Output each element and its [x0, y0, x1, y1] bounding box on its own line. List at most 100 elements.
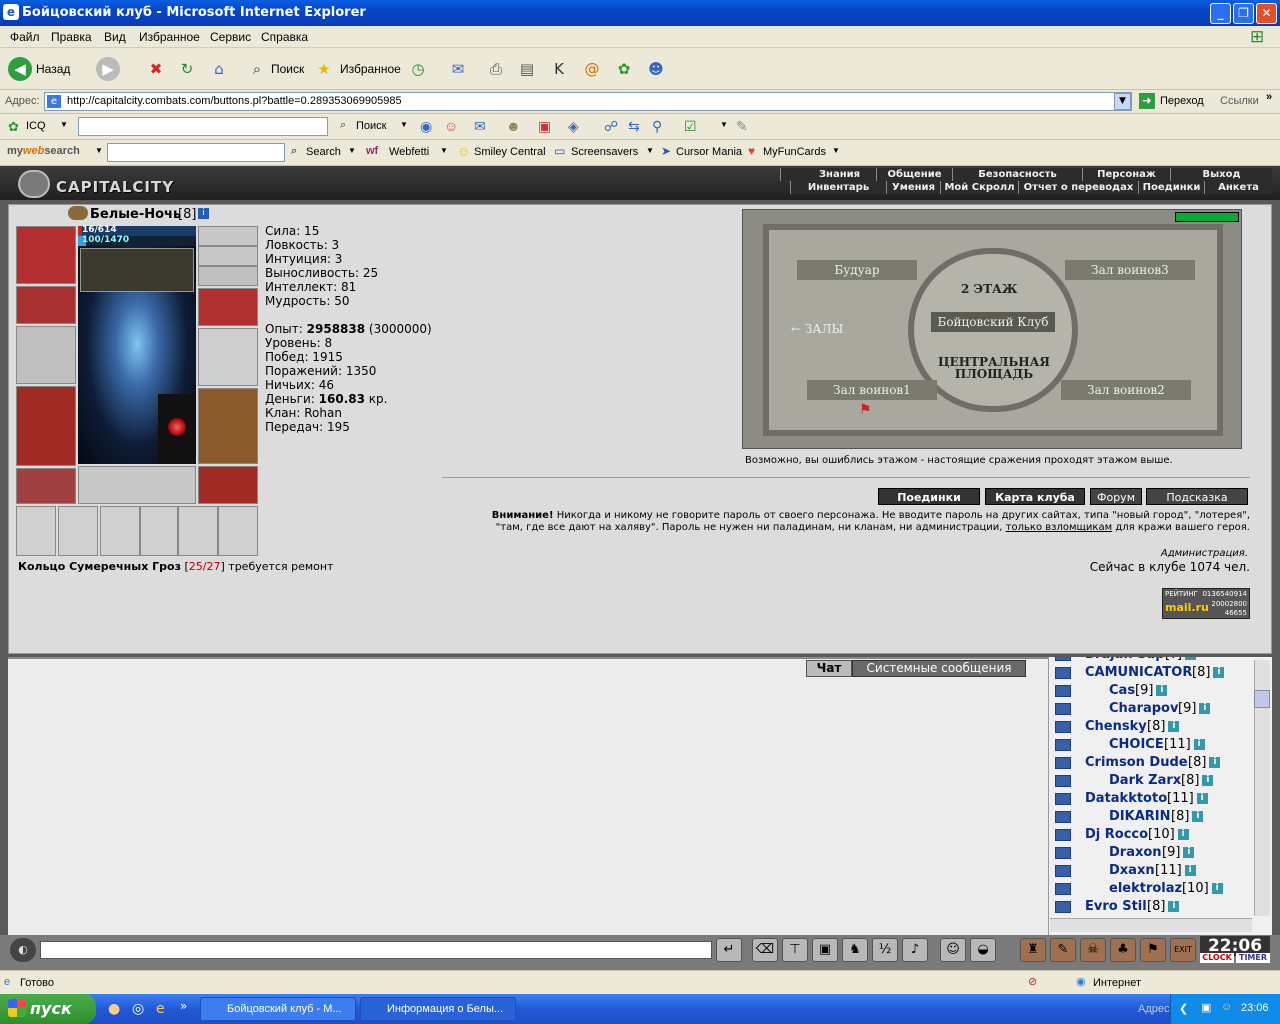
scroll-icon[interactable]: ✎	[1050, 938, 1076, 962]
user-row[interactable]: Dj Rocco [10] i	[1049, 827, 1259, 845]
forward-arrow-icon[interactable]: ▶	[96, 57, 120, 81]
chevron-right-icon[interactable]: »	[1266, 91, 1272, 103]
user-status-icon[interactable]	[1055, 703, 1071, 715]
user-status-icon[interactable]	[1055, 739, 1071, 751]
stop-icon[interactable]: ✖	[144, 57, 168, 81]
globe-icon[interactable]: ◉	[420, 118, 432, 135]
user-row[interactable]: elektrolaz [10] i	[1049, 881, 1259, 899]
chat-area[interactable]	[8, 657, 1048, 935]
check-icon[interactable]: ☑	[684, 118, 697, 135]
icq-search-button[interactable]: Поиск	[356, 120, 386, 132]
ie-quicklaunch-icon[interactable]: e	[156, 1001, 165, 1017]
user-status-icon[interactable]	[1055, 847, 1071, 859]
nav-security[interactable]: Безопасность	[952, 168, 1082, 181]
user-row[interactable]: Dark Zarx [8] i	[1049, 773, 1259, 791]
icq-dropdown-icon[interactable]: ▼	[60, 120, 68, 129]
user-name[interactable]: Cas	[1109, 683, 1135, 698]
close-button[interactable]: ✕	[1256, 3, 1277, 24]
scroll-slot-4[interactable]	[140, 506, 178, 556]
user-name[interactable]: Datakktoto	[1085, 791, 1167, 806]
tab-chat[interactable]: Чат	[806, 660, 852, 677]
user-status-icon[interactable]	[1055, 657, 1071, 661]
back-label[interactable]: Назад	[36, 62, 70, 76]
webfetti-link[interactable]: Webfetti	[389, 146, 429, 158]
gift-icon[interactable]: ▣	[538, 118, 551, 135]
map-warriors-hall-2[interactable]: Зал воинов2	[1061, 380, 1191, 400]
user-name[interactable]: Crimson Dude	[1085, 755, 1188, 770]
user-name[interactable]: CAMUNICATOR	[1085, 665, 1192, 680]
user-row[interactable]: Brajan Sap[?]i	[1049, 657, 1259, 665]
icq-flower-icon[interactable]: ✿	[612, 57, 636, 81]
mws-search-input[interactable]	[107, 143, 285, 162]
helmet-icon[interactable]: ◒	[970, 938, 996, 962]
hint-button[interactable]: Подсказка	[1146, 488, 1248, 505]
leggings-slot[interactable]	[198, 388, 258, 464]
nav-my-scroll[interactable]: Мой Скролл	[940, 181, 1018, 194]
user-name[interactable]: Brajan Sap	[1085, 657, 1165, 662]
smiley-icon[interactable]: ☺	[940, 938, 966, 962]
sound-icon[interactable]: ♪	[902, 938, 928, 962]
nav-exit[interactable]: Выход	[1170, 168, 1272, 181]
address-dropdown-icon[interactable]: ▼	[1114, 93, 1131, 110]
flag-icon[interactable]: ⚑	[1140, 938, 1166, 962]
user-row[interactable]: Chensky [8] i	[1049, 719, 1259, 737]
user-status-icon[interactable]	[1055, 865, 1071, 877]
map-central-square[interactable]: ЦЕНТРАЛЬНАЯ ПЛОЩАДЬ	[933, 356, 1055, 380]
nav-transfer-report[interactable]: Отчет о переводах	[1018, 181, 1138, 194]
search-icon[interactable]: ⌕	[245, 57, 269, 81]
quicklaunch-chevron-icon[interactable]: »	[180, 999, 187, 1013]
club-map-button[interactable]: Карта клуба	[985, 488, 1085, 505]
user-row[interactable]: Datakktoto [11] i	[1049, 791, 1259, 809]
cursor-mania-link[interactable]: Cursor Mania	[676, 146, 742, 158]
chat-input[interactable]	[40, 941, 712, 959]
skull-icon[interactable]: ☠	[1080, 938, 1106, 962]
scroll-slot-5[interactable]	[178, 506, 218, 556]
forum-button[interactable]: Форум	[1090, 488, 1142, 505]
necklace-slot[interactable]	[198, 246, 258, 266]
user-name[interactable]: Dark Zarx	[1109, 773, 1181, 788]
user-status-icon[interactable]	[1055, 811, 1071, 823]
search-dropdown-icon[interactable]: ▼	[400, 120, 408, 129]
info-icon[interactable]: i	[1199, 703, 1211, 714]
settings-icon[interactable]: ✎	[736, 118, 748, 135]
user-name[interactable]: Dxaxn	[1109, 863, 1155, 878]
user-row[interactable]: CAMUNICATOR [8] i	[1049, 665, 1259, 683]
user-status-icon[interactable]	[1055, 901, 1071, 913]
users-hscrollbar[interactable]	[1050, 918, 1252, 932]
rings-slot[interactable]	[198, 266, 258, 286]
mail-icon[interactable]: ✉	[446, 57, 470, 81]
user-status-icon[interactable]	[1055, 757, 1071, 769]
map-boudoir[interactable]: Будуар	[797, 260, 917, 280]
rune-slots[interactable]	[78, 466, 196, 504]
firefox-icon[interactable]: ●	[108, 1001, 120, 1017]
user-name[interactable]: CHOICE	[1109, 737, 1164, 752]
user-row[interactable]: Draxon [9] i	[1049, 845, 1259, 863]
shield-slot[interactable]	[198, 328, 258, 386]
user-name[interactable]: Charapov	[1109, 701, 1178, 716]
k-icon[interactable]: K	[547, 57, 571, 81]
user-row[interactable]: Dxaxn [11] i	[1049, 863, 1259, 881]
earrings-slot[interactable]	[198, 226, 258, 246]
info-icon[interactable]: i	[1213, 667, 1225, 678]
user-name[interactable]: Dj Rocco	[1085, 827, 1148, 842]
history-icon[interactable]: ◷	[406, 57, 430, 81]
scroll-slot-2[interactable]	[58, 506, 98, 556]
armor-slot[interactable]	[16, 386, 76, 466]
user-status-icon[interactable]	[1055, 775, 1071, 787]
at-icon[interactable]: @	[580, 57, 604, 81]
popup-blocker-icon[interactable]: ⊘	[1028, 975, 1037, 988]
map-warriors-hall-3[interactable]: Зал воинов3	[1065, 260, 1195, 280]
group-icon[interactable]: ☻	[506, 118, 521, 134]
minimize-button[interactable]: _	[1210, 3, 1231, 24]
user-status-icon[interactable]	[1055, 883, 1071, 895]
info-icon[interactable]: i	[1184, 865, 1196, 876]
scroll-slot-6[interactable]	[218, 506, 258, 556]
info-icon[interactable]: i	[1177, 829, 1189, 840]
scroll-slot-1[interactable]	[16, 506, 56, 556]
user-name[interactable]: elektrolaz	[1109, 881, 1182, 896]
task-fight-club[interactable]: Бойцовский клуб - М...	[200, 997, 356, 1021]
user-status-icon[interactable]	[1055, 793, 1071, 805]
print-icon[interactable]: ⎙	[484, 57, 508, 81]
tray-arrow-icon[interactable]: ❮	[1179, 1002, 1188, 1015]
weapon-slot[interactable]	[16, 326, 76, 384]
